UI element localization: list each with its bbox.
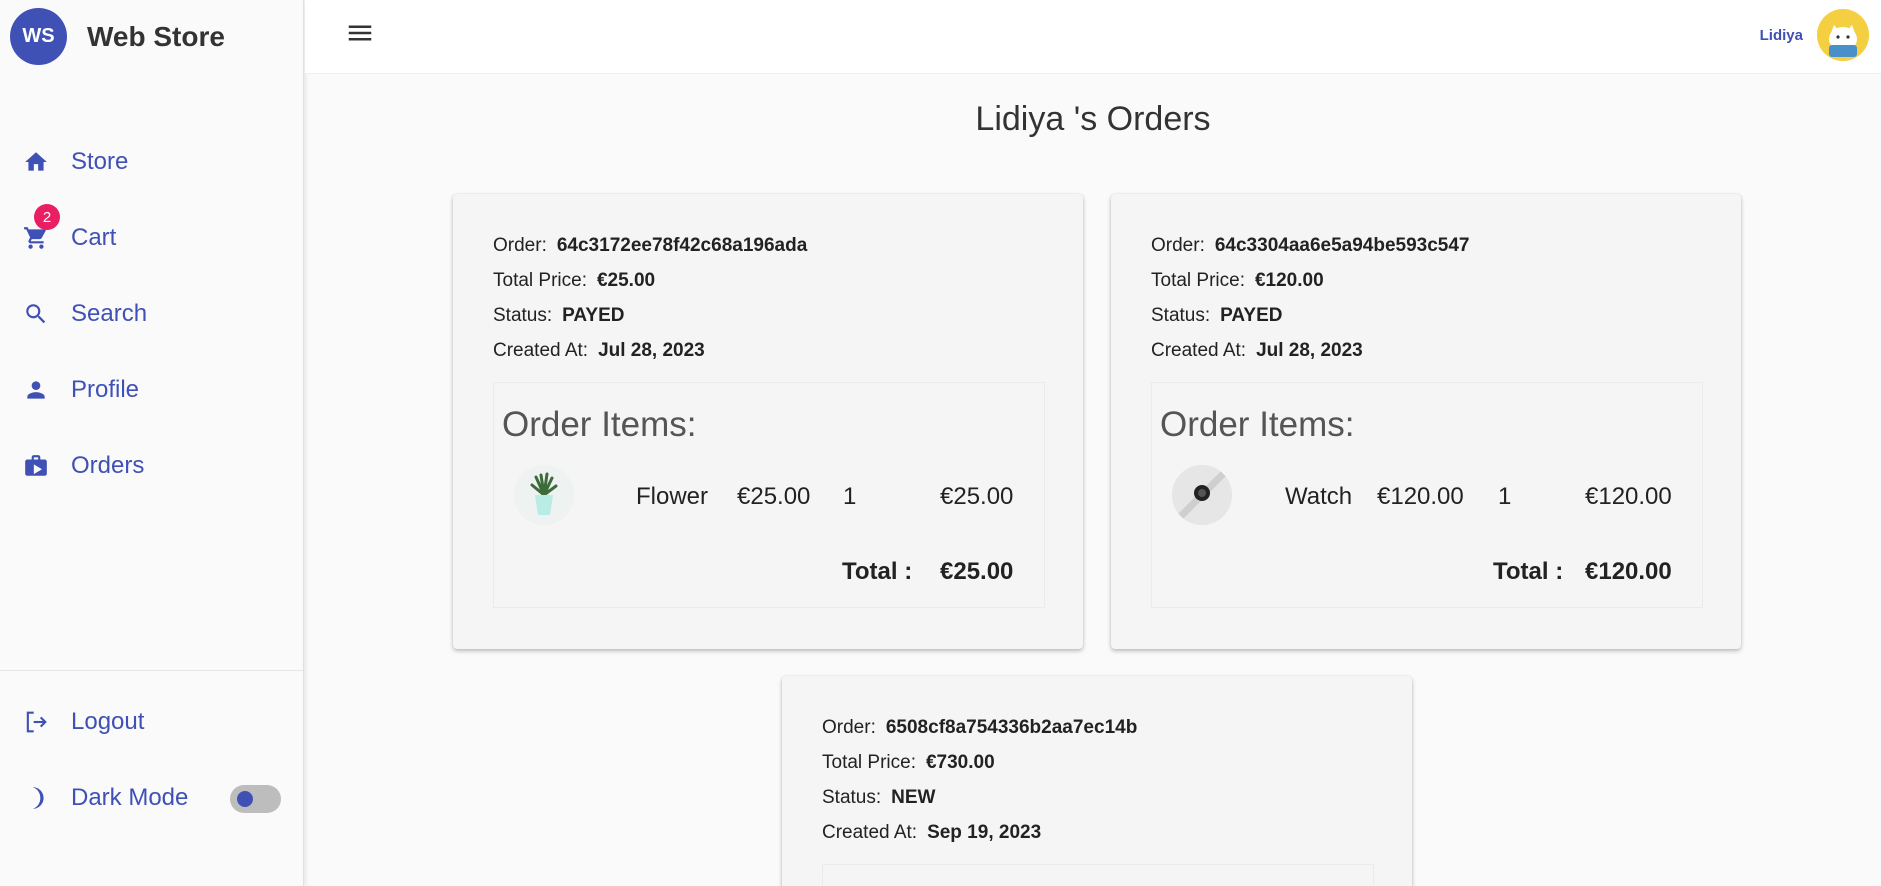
created-at-value: Sep 19, 2023 — [927, 822, 1042, 843]
sidebar-item-label: Orders — [71, 452, 145, 479]
created-at-label: Created At: — [493, 340, 589, 361]
created-at-row: Created At: Jul 28, 2023 — [493, 340, 705, 362]
item-quantity: 1 — [1498, 483, 1512, 510]
item-subtotal: €120.00 — [1585, 483, 1672, 510]
brand-logo: WS — [10, 8, 67, 65]
created-at-value: Jul 28, 2023 — [1256, 340, 1363, 361]
moon-icon — [22, 784, 50, 812]
total-price-row: Total Price: €730.00 — [822, 752, 995, 774]
menu-icon[interactable] — [345, 18, 375, 48]
total-label: Total : — [1493, 558, 1564, 585]
toggle-knob — [237, 791, 253, 807]
sidebar-item-label: Profile — [71, 376, 140, 403]
item-price: €25.00 — [737, 483, 811, 510]
status-value: PAYED — [562, 305, 625, 326]
status-label: Status: — [822, 787, 882, 808]
item-subtotal: €25.00 — [940, 483, 1014, 510]
total-label: Total : — [842, 558, 913, 585]
person-icon — [22, 376, 50, 404]
brand[interactable]: WS Web Store — [10, 8, 225, 65]
cart-count-badge: 2 — [34, 204, 60, 230]
item-price: €120.00 — [1377, 483, 1464, 510]
order-items-box — [822, 864, 1374, 886]
page-title: Lidiya 's Orders — [975, 100, 1211, 138]
order-items-title: Order Items: — [1160, 405, 1355, 444]
sidebar-item-label: Search — [71, 300, 148, 327]
order-card: Order: 64c3172ee78f42c68a196ada Total Pri… — [453, 194, 1083, 649]
top-bar: Lidiya — [305, 0, 1881, 74]
sidebar-item-label: Dark Mode — [71, 784, 189, 811]
sidebar-item-cart[interactable]: 2 Cart — [0, 204, 303, 268]
order-items-title: Order Items: — [502, 405, 697, 444]
order-items-box: Order Items: Flower €25.00 1 €25.00 Tota… — [493, 382, 1045, 608]
total-price-row: Total Price: €120.00 — [1151, 270, 1324, 292]
sidebar-item-label: Logout — [71, 708, 145, 735]
status-value: NEW — [891, 787, 936, 808]
order-id: 64c3172ee78f42c68a196ada — [556, 235, 808, 256]
order-card: Order: 6508cf8a754336b2aa7ec14b Total Pri… — [782, 676, 1412, 886]
sidebar-divider — [0, 670, 303, 671]
item-image-watch — [1172, 465, 1232, 525]
item-name: Watch — [1285, 483, 1353, 510]
sidebar-item-label: Store — [71, 148, 129, 175]
sidebar-item-search[interactable]: Search — [0, 284, 303, 344]
status-row: Status: PAYED — [1151, 305, 1282, 327]
item-image-flower — [514, 465, 574, 525]
sidebar-item-logout[interactable]: Logout — [0, 692, 303, 752]
order-label: Order: — [822, 717, 876, 738]
user-name[interactable]: Lidiya — [1760, 27, 1803, 44]
order-total: €25.00 — [940, 558, 1014, 585]
total-price-label: Total Price: — [822, 752, 916, 773]
avatar[interactable] — [1817, 9, 1869, 61]
logout-icon — [22, 708, 50, 736]
order-id: 6508cf8a754336b2aa7ec14b — [885, 717, 1138, 738]
order-id-row: Order: 64c3304aa6e5a94be593c547 — [1151, 235, 1470, 257]
orders-icon — [22, 452, 50, 480]
order-label: Order: — [1151, 235, 1205, 256]
total-price-value: €120.00 — [1254, 270, 1324, 291]
sidebar: WS Web Store Store 2 Cart Search Profile… — [0, 0, 304, 886]
status-row: Status: NEW — [822, 787, 935, 809]
order-id: 64c3304aa6e5a94be593c547 — [1214, 235, 1470, 256]
item-quantity: 1 — [843, 483, 857, 510]
created-at-row: Created At: Sep 19, 2023 — [822, 822, 1041, 844]
total-price-label: Total Price: — [493, 270, 587, 291]
created-at-value: Jul 28, 2023 — [598, 340, 705, 361]
dark-mode-toggle[interactable] — [230, 785, 281, 813]
total-price-row: Total Price: €25.00 — [493, 270, 655, 292]
sidebar-item-store[interactable]: Store — [0, 132, 303, 192]
sidebar-item-profile[interactable]: Profile — [0, 360, 303, 420]
total-price-value: €730.00 — [925, 752, 995, 773]
created-at-label: Created At: — [1151, 340, 1247, 361]
order-label: Order: — [493, 235, 547, 256]
sidebar-item-orders[interactable]: Orders — [0, 436, 303, 496]
brand-title: Web Store — [87, 20, 225, 52]
sidebar-item-label: Cart — [71, 224, 117, 251]
total-price-label: Total Price: — [1151, 270, 1245, 291]
total-price-value: €25.00 — [596, 270, 656, 291]
order-items-box: Order Items: Watch €120.00 1 €120.00 Tot… — [1151, 382, 1703, 608]
created-at-label: Created At: — [822, 822, 918, 843]
item-name: Flower — [636, 483, 709, 510]
order-id-row: Order: 6508cf8a754336b2aa7ec14b — [822, 717, 1137, 739]
status-row: Status: PAYED — [493, 305, 624, 327]
status-label: Status: — [1151, 305, 1211, 326]
status-label: Status: — [493, 305, 553, 326]
order-id-row: Order: 64c3172ee78f42c68a196ada — [493, 235, 807, 257]
search-icon — [22, 300, 50, 328]
home-icon — [22, 148, 50, 176]
order-card: Order: 64c3304aa6e5a94be593c547 Total Pri… — [1111, 194, 1741, 649]
order-total: €120.00 — [1585, 558, 1672, 585]
status-value: PAYED — [1220, 305, 1283, 326]
created-at-row: Created At: Jul 28, 2023 — [1151, 340, 1363, 362]
